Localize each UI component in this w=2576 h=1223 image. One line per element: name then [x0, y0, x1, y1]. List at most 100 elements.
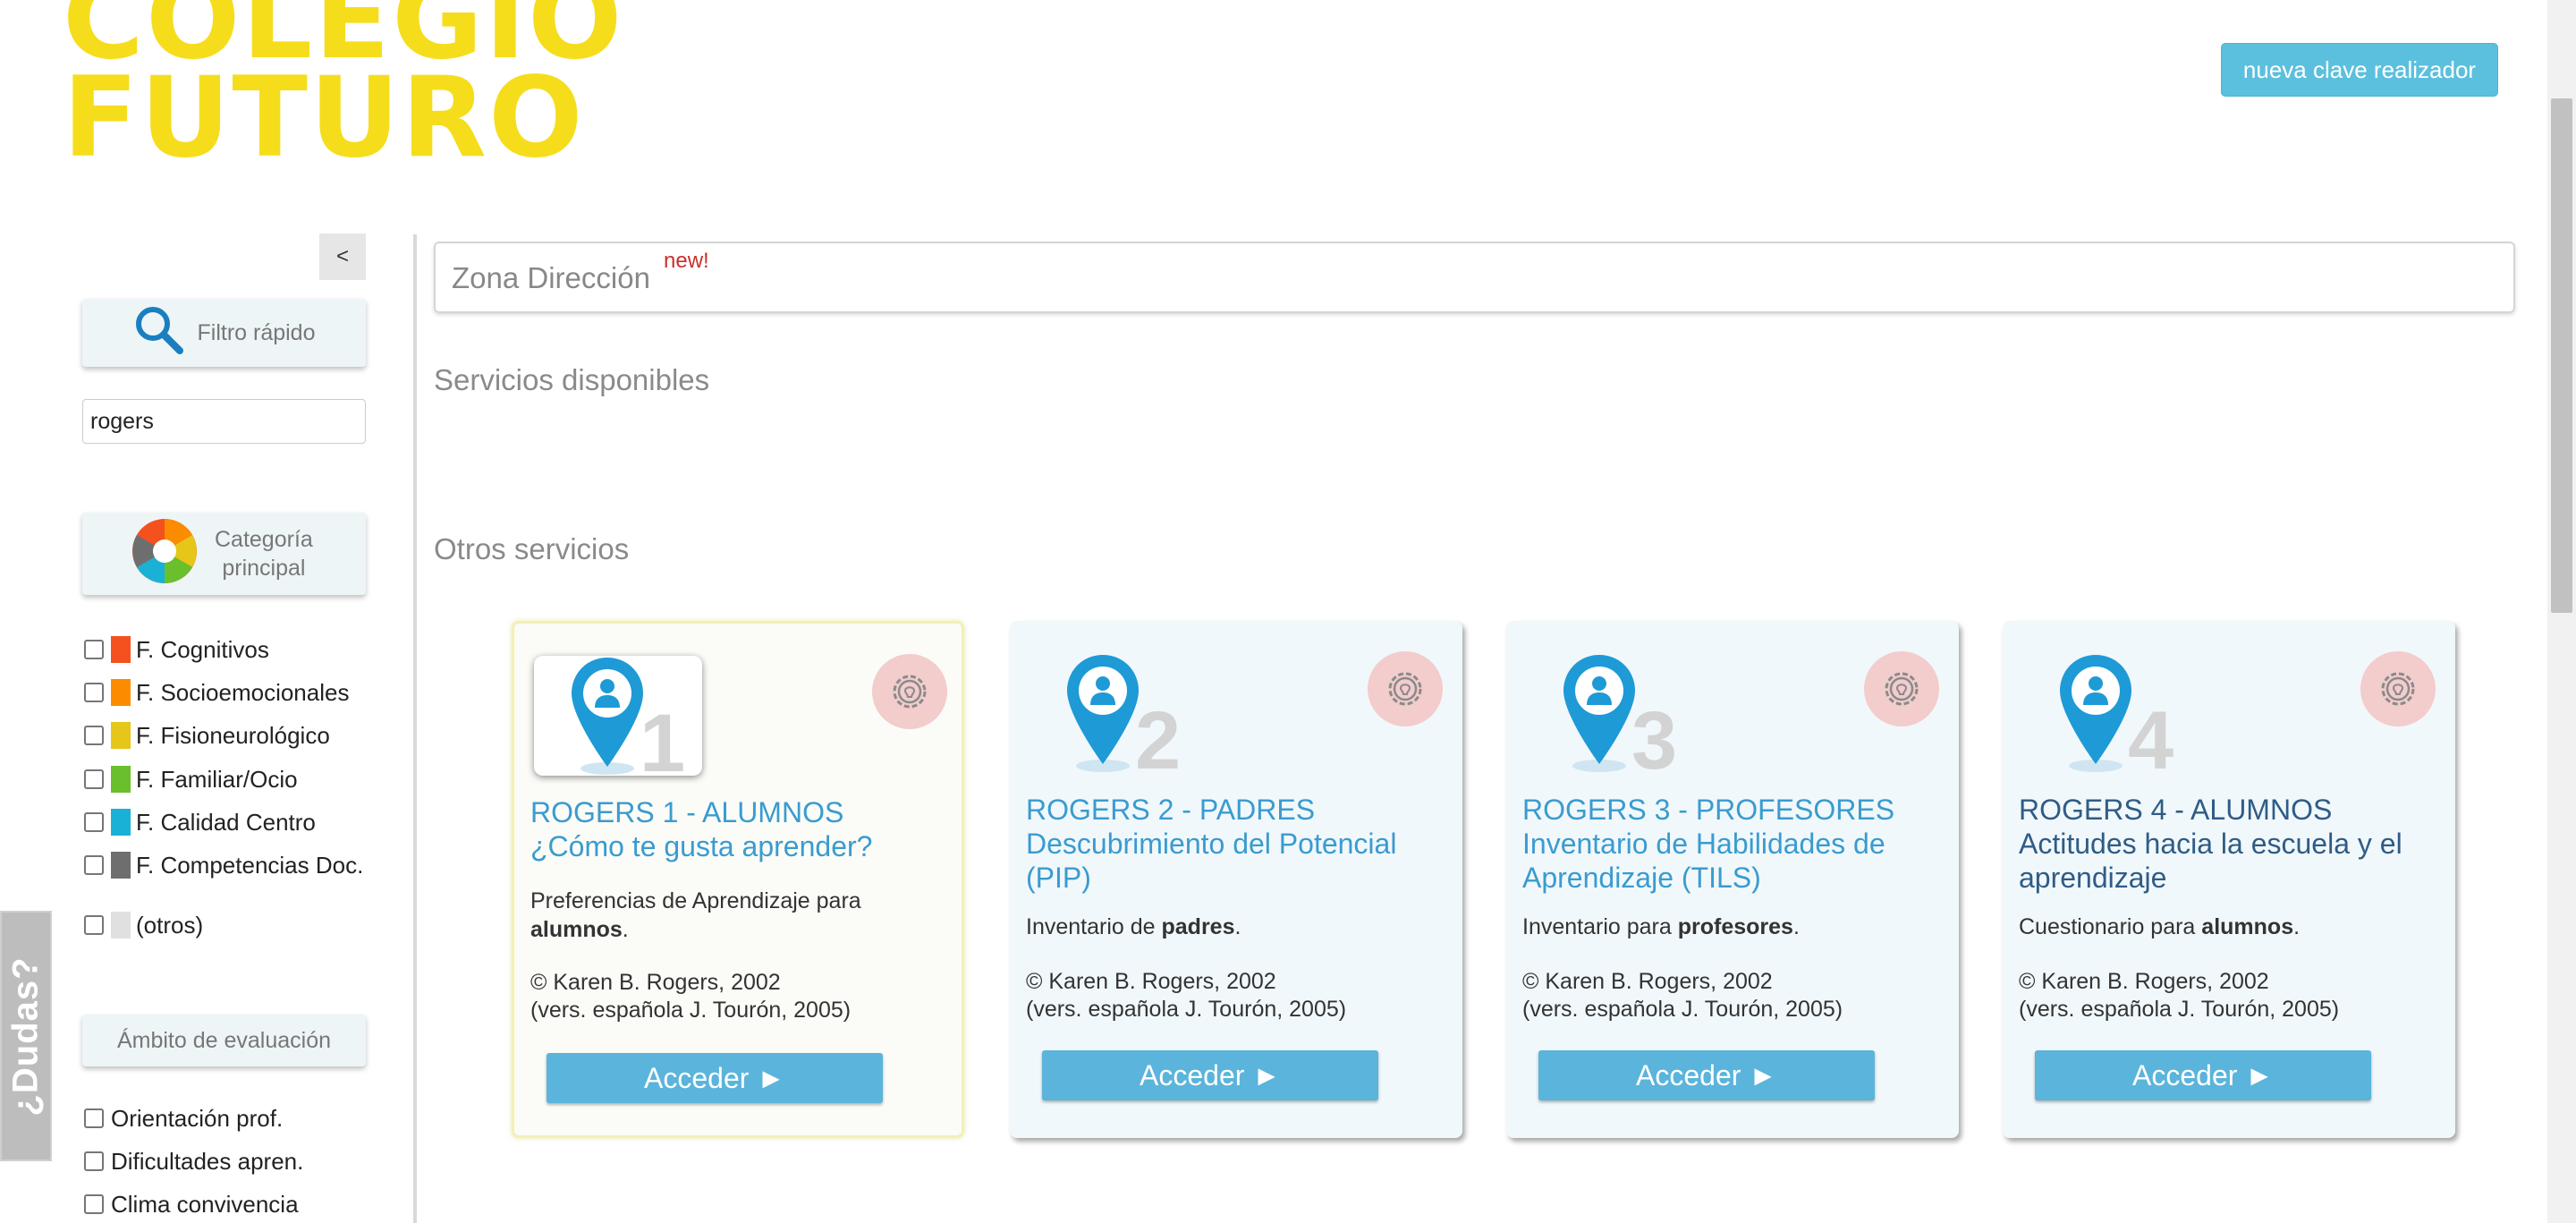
acceder-button[interactable]: Acceder ► [2035, 1050, 2371, 1100]
checkbox[interactable] [84, 1194, 104, 1214]
version-line: (vers. española J. Tourón, 2005) [1026, 997, 1347, 1022]
card-title-line1: ROGERS 2 - PADRES [1026, 794, 1316, 826]
card-copyright: © Karen B. Rogers, 2002 (vers. española … [1026, 968, 1446, 1023]
ambito-filter-orientacion[interactable]: Orientación prof. [84, 1104, 283, 1133]
category-filter-competencias-doc[interactable]: F. Competencias Doc. [84, 851, 363, 879]
card-settings-button[interactable] [1368, 651, 1443, 726]
checkbox[interactable] [84, 640, 104, 659]
user-location-pin-icon [1563, 655, 1635, 772]
card-desc-end: . [2293, 914, 2301, 939]
servicios-disponibles-heading: Servicios disponibles [434, 363, 710, 396]
acceder-button[interactable]: Acceder ► [1042, 1050, 1378, 1100]
card-title-line1: ROGERS 1 - ALUMNOS [530, 796, 844, 828]
card-settings-button[interactable] [1864, 651, 1939, 726]
card-desc-end: . [1234, 914, 1241, 939]
category-label: F. Calidad Centro [136, 808, 316, 836]
checkbox[interactable] [84, 855, 104, 875]
card-desc-bold: alumnos [2201, 914, 2294, 939]
acceder-button[interactable]: Acceder ► [1538, 1050, 1875, 1100]
card-description: Inventario de padres. [1026, 913, 1446, 941]
card-icon-frame: 2 [1030, 653, 1198, 786]
category-filter-socioemocionales[interactable]: F. Socioemocionales [84, 678, 349, 707]
card-copyright: © Karen B. Rogers, 2002 (vers. española … [1522, 968, 1943, 1023]
checkbox[interactable] [84, 769, 104, 789]
dudas-help-tab[interactable]: ¿Dudas? [0, 911, 52, 1161]
card-icon-frame: 3 [1526, 653, 1694, 786]
category-filter-cognitivos[interactable]: F. Cognitivos [84, 635, 269, 664]
acceder-button[interactable]: Acceder ► [547, 1053, 883, 1103]
category-label: F. Socioemocionales [136, 678, 350, 706]
card-settings-button[interactable] [872, 654, 947, 729]
copyright-line: © Karen B. Rogers, 2002 [2019, 969, 2269, 994]
zona-direccion-title: Zona Dirección [452, 261, 650, 294]
color-swatch [111, 852, 131, 879]
checkbox[interactable] [84, 726, 104, 745]
category-filter-calidad-centro[interactable]: F. Calidad Centro [84, 808, 316, 837]
category-wheel-icon [129, 515, 200, 593]
ambito-evaluacion-button[interactable]: Ámbito de evaluación [82, 1015, 366, 1066]
card-title-line1: ROGERS 3 - PROFESORES [1522, 794, 1895, 826]
zona-direccion-panel[interactable]: Zona Dirección new! [434, 242, 2515, 313]
category-filter-fisioneurologico[interactable]: F. Fisioneurológico [84, 721, 330, 750]
quick-filter-input[interactable] [82, 399, 366, 444]
sidebar-divider [413, 234, 417, 1223]
card-desc-bold: alumnos [530, 917, 623, 942]
gear-bulb-icon [893, 675, 927, 709]
dudas-label: ¿Dudas? [5, 955, 46, 1117]
card-settings-button[interactable] [2360, 651, 2436, 726]
ambito-label: Orientación prof. [111, 1104, 284, 1132]
checkbox[interactable] [84, 915, 104, 935]
user-location-pin-icon [2060, 655, 2131, 772]
copyright-line: © Karen B. Rogers, 2002 [1522, 969, 1773, 994]
ambito-filter-clima[interactable]: Clima convivencia [84, 1190, 299, 1219]
user-location-pin-icon [1067, 655, 1139, 772]
card-copyright: © Karen B. Rogers, 2002 (vers. española … [2019, 968, 2439, 1023]
card-title-line2: ¿Cómo te gusta aprender? [530, 830, 873, 862]
ambito-label: Clima convivencia [111, 1190, 299, 1218]
logo-text-futuro: FUTURO [63, 54, 585, 183]
ambito-label: Dificultades apren. [111, 1147, 304, 1175]
card-title-line2: Actitudes hacia la escuela y el aprendiz… [2019, 828, 2402, 894]
service-card-rogers-2: 2 ROGERS 2 - PADRES Descubrimiento del P… [1010, 621, 1462, 1138]
card-number: 4 [2128, 695, 2174, 786]
copyright-line: © Karen B. Rogers, 2002 [1026, 969, 1276, 994]
checkbox[interactable] [84, 683, 104, 702]
ambito-filter-dificultades[interactable]: Dificultades apren. [84, 1147, 303, 1176]
page-scrollbar[interactable] [2547, 0, 2576, 1223]
card-icon-frame: 4 [2022, 653, 2190, 786]
card-desc-bold: padres [1161, 914, 1235, 939]
user-location-pin-icon [572, 658, 643, 775]
card-desc-end: . [622, 917, 629, 942]
categoria-principal-button[interactable]: Categoría principal [82, 513, 366, 595]
version-line: (vers. española J. Tourón, 2005) [1522, 997, 1843, 1022]
checkbox[interactable] [84, 1108, 104, 1128]
card-number: 2 [1135, 695, 1182, 786]
card-desc-end: . [1792, 914, 1800, 939]
color-swatch [111, 766, 131, 793]
collapse-sidebar-button[interactable]: < [319, 234, 366, 280]
filtro-rapido-label: Filtro rápido [197, 319, 316, 345]
color-swatch [111, 636, 131, 663]
nueva-clave-realizador-button[interactable]: nueva clave realizador [2221, 43, 2498, 97]
color-swatch [111, 722, 131, 749]
card-title: ROGERS 3 - PROFESORES Inventario de Habi… [1522, 793, 1943, 895]
card-title-line2: Descubrimiento del Potencial (PIP) [1026, 828, 1397, 894]
category-filter-familiar-ocio[interactable]: F. Familiar/Ocio [84, 765, 298, 794]
card-description: Cuestionario para alumnos. [2019, 913, 2439, 941]
card-number: 1 [640, 698, 686, 789]
gear-bulb-icon [1388, 672, 1422, 706]
version-line: (vers. española J. Tourón, 2005) [2019, 997, 2340, 1022]
service-card-rogers-4: 4 ROGERS 4 - ALUMNOS Actitudes hacia la … [2003, 621, 2455, 1138]
categoria-label-line1: Categoría [215, 527, 313, 552]
card-number: 3 [1631, 695, 1678, 786]
copyright-line: © Karen B. Rogers, 2002 [530, 970, 781, 995]
card-icon-frame: 1 [534, 656, 702, 789]
checkbox[interactable] [84, 1151, 104, 1171]
filtro-rapido-button[interactable]: Filtro rápido [82, 299, 366, 367]
scrollbar-thumb[interactable] [2551, 98, 2572, 613]
checkbox[interactable] [84, 812, 104, 832]
gear-bulb-icon [1885, 672, 1919, 706]
category-filter-otros[interactable]: (otros) [84, 911, 203, 939]
card-desc-text: Inventario de [1026, 914, 1162, 939]
service-card-rogers-1: 1 ROGERS 1 - ALUMNOS ¿Cómo te gusta apre… [512, 621, 964, 1138]
